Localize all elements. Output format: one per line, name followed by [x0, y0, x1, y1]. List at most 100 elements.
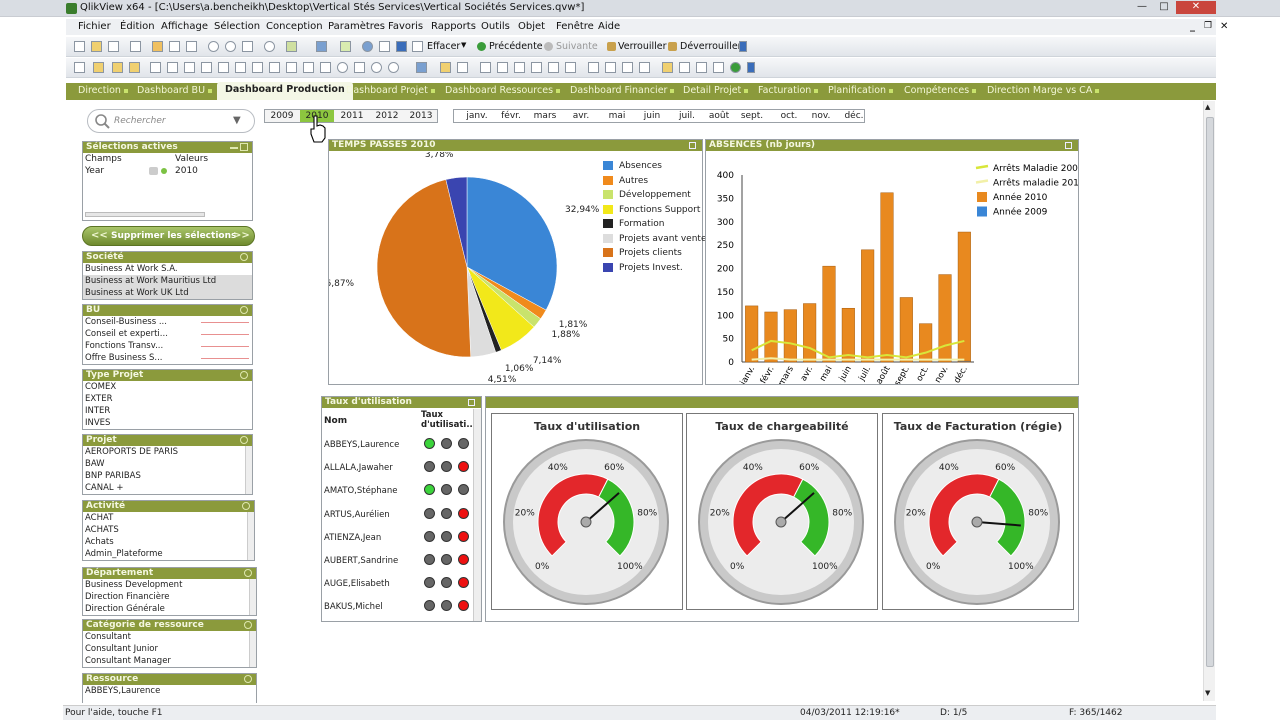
month-button[interactable]: mai [600, 110, 634, 122]
toolbar-overflow-icon[interactable] [739, 41, 747, 52]
scroll-up-icon[interactable]: ▲ [1205, 103, 1210, 111]
align-bottom-icon[interactable] [565, 62, 576, 73]
bookmark-object-icon[interactable] [354, 62, 365, 73]
eraser-icon[interactable] [149, 167, 158, 175]
stat-box-icon[interactable] [167, 62, 178, 73]
space-horizontal-icon[interactable] [588, 62, 599, 73]
clear-button[interactable]: Effacer [427, 41, 460, 52]
month-button[interactable]: sept. [735, 110, 769, 122]
menu-edition[interactable]: Édition [120, 21, 155, 32]
minimize-icon[interactable] [230, 147, 238, 149]
year-button[interactable]: 2009 [265, 110, 299, 122]
multi-box-icon[interactable] [184, 62, 195, 73]
edit-icon[interactable] [152, 41, 163, 52]
tab-dashboard-ressources[interactable]: Dashboard Ressources [445, 83, 561, 100]
chart-object-icon[interactable] [218, 62, 229, 73]
input-box-icon[interactable] [235, 62, 246, 73]
report-icon[interactable] [662, 62, 673, 73]
list-item[interactable]: ACHAT [83, 512, 254, 524]
table-row[interactable]: AUGE,Elisabeth [322, 576, 472, 598]
vertical-scrollbar[interactable] [249, 579, 256, 615]
menu-favoris[interactable]: Favoris [388, 21, 423, 32]
list-item[interactable]: Business at Work UK Ltd [83, 287, 252, 299]
list-item[interactable]: INTER [83, 405, 252, 417]
tab-dashboard-financier[interactable]: Dashboard Financier [570, 83, 675, 100]
table-viewer-icon[interactable] [286, 41, 297, 52]
list-item[interactable]: Conseil-Business ... [83, 316, 252, 328]
new-icon[interactable] [74, 41, 85, 52]
month-button[interactable]: nov. [804, 110, 838, 122]
search-icon[interactable] [240, 371, 248, 379]
container-icon[interactable] [416, 62, 427, 73]
button-object-icon[interactable] [269, 62, 280, 73]
tab-dashboard-production[interactable]: Dashboard Production [217, 82, 353, 100]
tab-facturation[interactable]: Facturation [758, 83, 819, 100]
list-item[interactable]: BNP PARIBAS [83, 470, 252, 482]
list-item[interactable]: Consultant [83, 631, 256, 643]
space-vertical-icon[interactable] [605, 62, 616, 73]
clear-icon[interactable] [412, 41, 423, 52]
search-icon[interactable] [240, 436, 248, 444]
list-item[interactable]: Consultant Junior [83, 643, 256, 655]
layout-sheet-icon[interactable] [679, 62, 690, 73]
forward-button[interactable]: Suivante [556, 41, 598, 52]
menu-outils[interactable]: Outils [481, 21, 510, 32]
open-icon[interactable] [91, 41, 102, 52]
align-middle-icon[interactable] [548, 62, 559, 73]
align-center-icon[interactable] [497, 62, 508, 73]
new-sheet-icon[interactable] [74, 62, 85, 73]
document-properties-icon[interactable] [112, 62, 123, 73]
sheet-properties-icon[interactable] [93, 62, 104, 73]
list-item[interactable]: Fonctions Transv... [83, 340, 252, 352]
back-button[interactable]: Précédente [489, 41, 543, 52]
redo-icon[interactable] [225, 41, 236, 52]
list-item[interactable]: Business at Work Mauritius Ltd [83, 275, 252, 287]
scroll-down-icon[interactable]: ▼ [1205, 689, 1210, 697]
current-selections-icon[interactable] [252, 62, 263, 73]
align-left-icon[interactable] [480, 62, 491, 73]
menu-conception[interactable]: Conception [266, 21, 323, 32]
list-item[interactable]: Consultant Manager [83, 655, 256, 667]
unlock-button[interactable]: Déverrouiller [680, 41, 742, 52]
list-item[interactable]: Conseil et experti... [83, 328, 252, 340]
list-item[interactable]: Direction Générale [83, 603, 256, 615]
print-icon[interactable] [130, 41, 141, 52]
same-height-icon[interactable] [639, 62, 650, 73]
list-item[interactable]: Direction Financière [83, 591, 256, 603]
month-button[interactable]: oct. [772, 110, 806, 122]
search-object-icon[interactable] [337, 62, 348, 73]
search-icon[interactable] [240, 306, 248, 314]
tab-competences[interactable]: Compétences [904, 83, 977, 100]
list-item[interactable]: ACHATS [83, 524, 254, 536]
vertical-scrollbar[interactable] [245, 446, 252, 494]
custom-object-icon[interactable] [388, 62, 399, 73]
debug-icon[interactable] [186, 41, 197, 52]
list-item[interactable]: Business Development [83, 579, 256, 591]
close-button[interactable]: ✕ [1176, 1, 1216, 14]
year-button[interactable]: 2012 [370, 110, 404, 122]
format-painter-icon[interactable] [440, 62, 451, 73]
table-row[interactable]: ABBEYS,Laurence [322, 437, 472, 459]
scroll-thumb[interactable] [1206, 117, 1214, 667]
list-item[interactable]: Business At Work S.A. [83, 263, 252, 275]
chevron-down-icon[interactable]: ▼ [233, 115, 241, 126]
user-properties-icon[interactable] [129, 62, 140, 73]
list-item[interactable]: Admin_Plateforme [83, 548, 254, 560]
align-top-icon[interactable] [531, 62, 542, 73]
doc-minimize-button[interactable]: _ [1190, 21, 1195, 32]
lock-button[interactable]: Verrouiller [618, 41, 667, 52]
align-icon[interactable] [457, 62, 468, 73]
month-button[interactable]: avr. [564, 110, 598, 122]
vertical-scrollbar[interactable] [247, 512, 254, 560]
month-button[interactable]: juil. [670, 110, 704, 122]
table-box-icon[interactable] [201, 62, 212, 73]
next-selection-button[interactable]: >> [233, 230, 250, 241]
maximize-icon[interactable] [689, 142, 696, 149]
month-button[interactable]: janv. [460, 110, 494, 122]
clear-selections-button[interactable]: Supprimer les sélections [111, 231, 236, 241]
tab-planification[interactable]: Planification [828, 83, 894, 100]
toolbar-overflow-icon[interactable] [396, 41, 407, 52]
table-row[interactable]: ARTUS,Aurélien [322, 507, 472, 529]
tab-direction[interactable]: Direction [78, 83, 128, 100]
year-button[interactable]: 2013 [404, 110, 438, 122]
